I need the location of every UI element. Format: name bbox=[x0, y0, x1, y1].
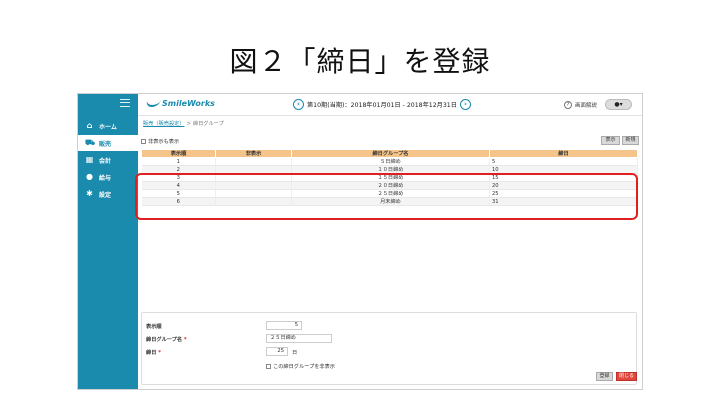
show-hidden-toggle[interactable]: 非表示も表示 bbox=[141, 138, 179, 145]
cell-order[interactable]: 1 bbox=[141, 157, 216, 166]
sidebar-item-settings[interactable]: ✱ 設定 bbox=[78, 186, 138, 202]
logo-mark-icon bbox=[144, 100, 162, 107]
edit-form: 表示順 5 締日グループ名 * ２５日締め 締日 * 25 日 この締日グループ… bbox=[141, 312, 637, 385]
money-bag-icon: ● bbox=[86, 172, 93, 181]
display-button[interactable]: 表示 bbox=[601, 136, 620, 145]
group-name-input[interactable]: ２５日締め bbox=[266, 334, 332, 343]
question-icon: ? bbox=[564, 101, 572, 109]
column-header-closing-day[interactable]: 締日 bbox=[489, 149, 638, 158]
help-link[interactable]: ? 画面解説 bbox=[564, 101, 597, 109]
closing-day-field-label: 締日 * bbox=[146, 349, 161, 356]
closing-day-label-text: 締日 bbox=[146, 350, 157, 356]
sidebar-item-payroll[interactable]: ● 給与 bbox=[78, 169, 138, 185]
cart-icon: ⛟ bbox=[85, 138, 96, 147]
cell-closing-day: 5 bbox=[489, 157, 638, 166]
show-hidden-label: 非表示も表示 bbox=[148, 139, 180, 145]
table-row[interactable]: 1 ５日締め 5 bbox=[141, 157, 638, 166]
breadcrumb-separator: > bbox=[186, 121, 191, 127]
calculator-icon: ▦ bbox=[85, 155, 94, 164]
period-label: 第10期(当期)：2018年01月01日 - 2018年12月31日 bbox=[307, 102, 457, 109]
breadcrumb: 販売（販売設定） > 締日グループ bbox=[143, 120, 224, 127]
group-name-field-label: 締日グループ名 * bbox=[146, 336, 187, 343]
column-header-group-name[interactable]: 締日グループ名 bbox=[291, 149, 490, 158]
new-button[interactable]: 新規 bbox=[622, 136, 639, 145]
top-bar: SmileWorks ‹ 第10期(当期)：2018年01月01日 - 2018… bbox=[138, 94, 642, 116]
table-header-row: 表示順 非表示 締日グループ名 締日 bbox=[141, 149, 638, 158]
logo[interactable]: SmileWorks bbox=[144, 99, 215, 108]
register-button[interactable]: 登録 bbox=[596, 372, 613, 381]
close-button[interactable]: 閉じる bbox=[616, 372, 637, 381]
show-hidden-checkbox[interactable] bbox=[141, 139, 146, 144]
sidebar-item-label: 会計 bbox=[99, 157, 112, 165]
breadcrumb-current: 締日グループ bbox=[192, 121, 224, 127]
home-icon: ⌂ bbox=[86, 121, 93, 130]
hide-group-label: この締日グループを非表示 bbox=[273, 364, 335, 370]
highlight-frame bbox=[135, 173, 638, 220]
column-header-hidden[interactable]: 非表示 bbox=[215, 149, 292, 158]
user-menu-button[interactable]: ●▾ bbox=[605, 99, 632, 110]
slide-title: 図２「締日」を登録 bbox=[229, 45, 491, 78]
cell-hidden bbox=[215, 157, 292, 166]
sidebar-item-accounting[interactable]: ▦ 会計 bbox=[78, 152, 138, 168]
order-field-label: 表示順 bbox=[146, 324, 162, 330]
sidebar-item-sales[interactable]: ⛟ 販売 bbox=[78, 135, 138, 151]
logo-text: SmileWorks bbox=[162, 99, 215, 108]
group-name-label-text: 締日グループ名 bbox=[146, 337, 183, 343]
period-selector: ‹ 第10期(当期)：2018年01月01日 - 2018年12月31日 › bbox=[293, 99, 471, 110]
sidebar-item-label: ホーム bbox=[99, 123, 117, 131]
hamburger-menu-icon[interactable] bbox=[120, 99, 130, 107]
breadcrumb-parent-link[interactable]: 販売（販売設定） bbox=[143, 121, 185, 127]
hide-group-toggle[interactable]: この締日グループを非表示 bbox=[266, 363, 335, 370]
sidebar-item-label: 設定 bbox=[99, 191, 112, 199]
next-period-button[interactable]: › bbox=[459, 99, 471, 110]
sidebar-item-label: 販売 bbox=[99, 140, 112, 148]
chevron-down-icon: ▾ bbox=[619, 101, 623, 108]
sidebar-item-label: 給与 bbox=[99, 174, 112, 182]
help-label: 画面解説 bbox=[575, 103, 598, 109]
sidebar: ⌂ ホーム ⛟ 販売 ▦ 会計 ● 給与 ✱ 設定 bbox=[78, 94, 138, 389]
cell-group-name: ５日締め bbox=[291, 157, 490, 166]
gear-icon: ✱ bbox=[86, 189, 93, 198]
required-mark: * bbox=[158, 350, 161, 356]
app-window: ⌂ ホーム ⛟ 販売 ▦ 会計 ● 給与 ✱ 設定 SmileWorks ‹ 第… bbox=[77, 93, 643, 390]
closing-day-unit: 日 bbox=[292, 350, 298, 356]
order-input[interactable]: 5 bbox=[266, 321, 302, 330]
column-header-order[interactable]: 表示順 bbox=[141, 149, 216, 158]
hide-group-checkbox[interactable] bbox=[266, 364, 271, 369]
main-panel: SmileWorks ‹ 第10期(当期)：2018年01月01日 - 2018… bbox=[138, 94, 642, 389]
previous-period-button[interactable]: ‹ bbox=[293, 99, 304, 110]
sidebar-item-home[interactable]: ⌂ ホーム bbox=[78, 118, 138, 134]
closing-day-input[interactable]: 25 bbox=[266, 347, 288, 356]
required-mark: * bbox=[183, 337, 187, 343]
